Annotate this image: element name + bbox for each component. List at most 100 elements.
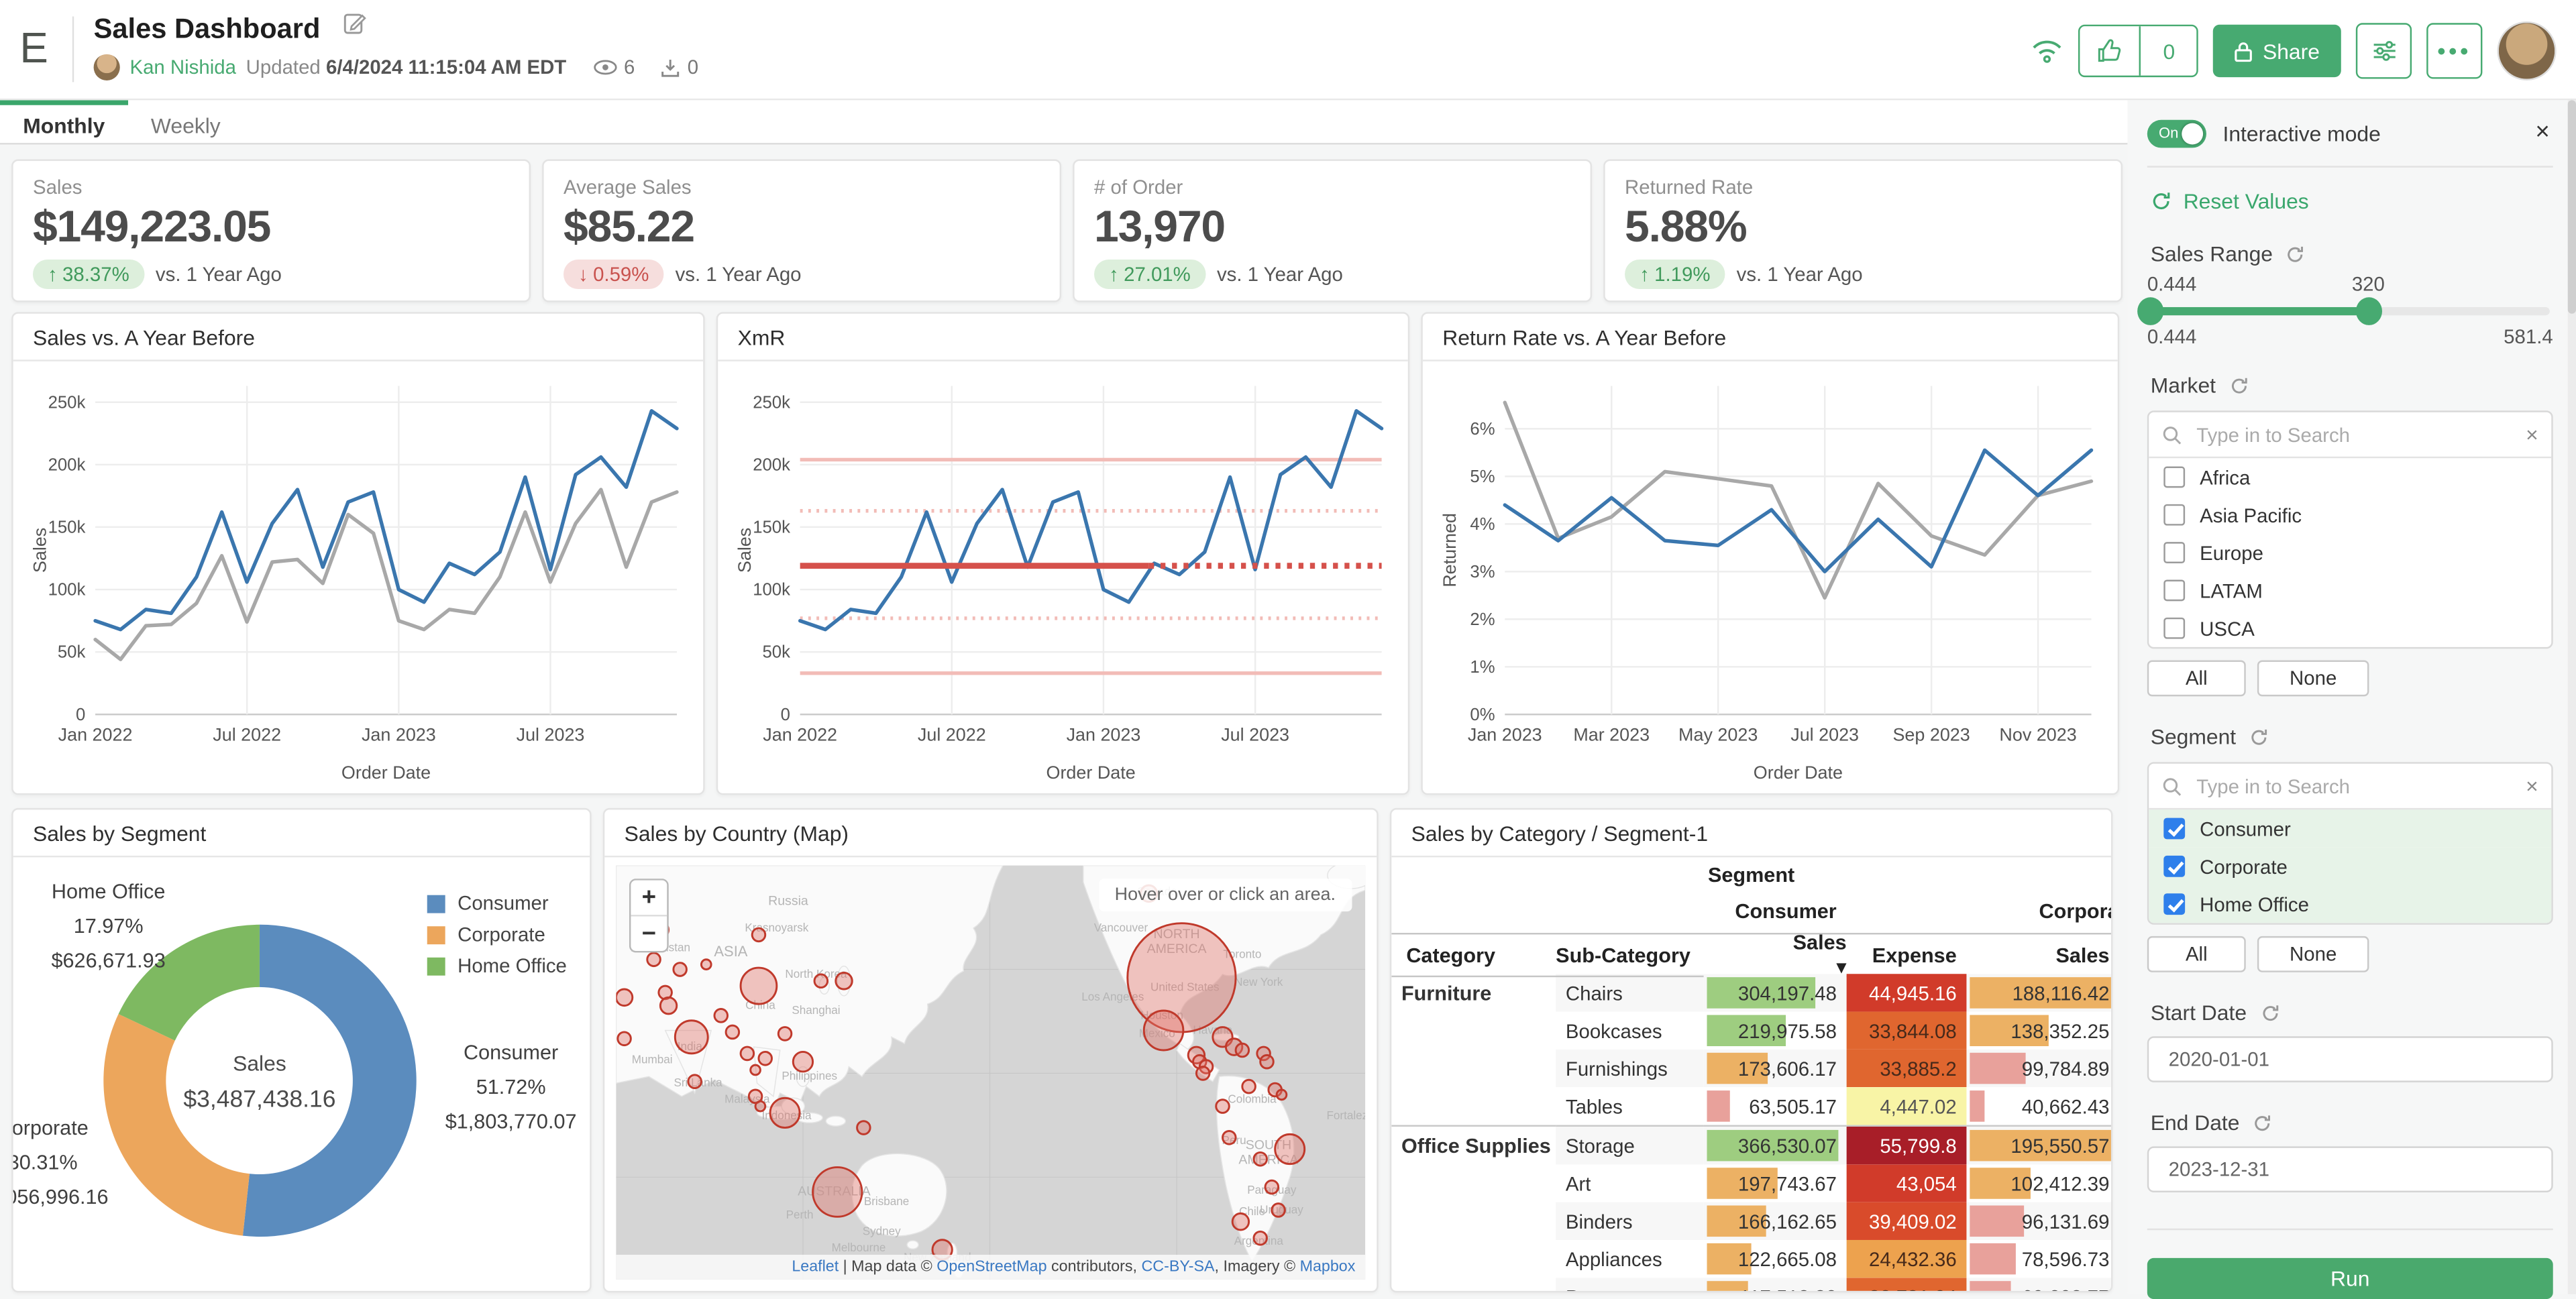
table-row[interactable]: Bookcases219,975.5833,844.08138,352.25 bbox=[1391, 1012, 2112, 1050]
user-avatar[interactable] bbox=[2497, 21, 2556, 80]
donut-slice[interactable] bbox=[243, 925, 417, 1237]
close-sidebar-icon[interactable]: × bbox=[2535, 118, 2549, 146]
col-sales-corporate[interactable]: Sales bbox=[1966, 944, 2112, 966]
checkbox[interactable] bbox=[2163, 893, 2185, 915]
line-chart[interactable]: 0%1%2%3%4%5%6%Jan 2023Mar 2023May 2023Ju… bbox=[1423, 361, 2118, 787]
mapbox-link[interactable]: Mapbox bbox=[1300, 1258, 1356, 1276]
segment-all-button[interactable]: All bbox=[2147, 936, 2246, 972]
refresh-icon[interactable] bbox=[2286, 244, 2306, 264]
sales-range-slider[interactable]: 0.444 320 0.444 581.4 bbox=[2147, 273, 2553, 345]
country-sales-bubble[interactable] bbox=[770, 1098, 800, 1127]
segment-option[interactable]: Corporate bbox=[2149, 848, 2551, 885]
country-sales-bubble[interactable] bbox=[616, 989, 632, 1006]
market-none-button[interactable]: None bbox=[2257, 660, 2369, 696]
segment-option[interactable]: Home Office bbox=[2149, 885, 2551, 923]
country-sales-bubble[interactable] bbox=[857, 1121, 871, 1135]
country-sales-bubble[interactable] bbox=[793, 1052, 812, 1072]
country-sales-bubble[interactable] bbox=[1236, 1043, 1249, 1057]
sidebar-scrollbar[interactable] bbox=[2568, 100, 2576, 1294]
checkbox[interactable] bbox=[2163, 856, 2185, 877]
market-all-button[interactable]: All bbox=[2147, 660, 2246, 696]
slider-range[interactable] bbox=[2151, 307, 2369, 315]
col-category[interactable]: Category bbox=[1391, 944, 1556, 966]
table-row[interactable]: FurnitureChairs304,197.4844,945.16188,11… bbox=[1391, 974, 2112, 1011]
col-sales[interactable]: Sales▾ bbox=[1704, 931, 1847, 979]
chart-svg[interactable]: 050k100k150k200k250kJan 2022Jul 2022Jan … bbox=[728, 366, 1395, 787]
legend-item[interactable]: Corporate bbox=[427, 923, 567, 946]
slider-handle-high[interactable] bbox=[2355, 297, 2381, 325]
dashboard-settings-button[interactable] bbox=[2356, 23, 2412, 78]
country-sales-bubble[interactable] bbox=[814, 974, 828, 988]
market-option[interactable]: USCA bbox=[2149, 610, 2551, 647]
author-link[interactable]: Kan Nishida bbox=[129, 56, 235, 78]
checkbox[interactable] bbox=[2163, 542, 2185, 563]
end-date-input[interactable] bbox=[2165, 1156, 2501, 1182]
country-sales-bubble[interactable] bbox=[1196, 1067, 1210, 1080]
line-chart[interactable]: 050k100k150k200k250kJan 2022Jul 2022Jan … bbox=[13, 361, 704, 787]
tab-weekly[interactable]: Weekly bbox=[128, 100, 244, 143]
country-sales-bubble[interactable] bbox=[675, 1021, 708, 1054]
reset-values-link[interactable]: Reset Values bbox=[2151, 189, 2553, 214]
country-sales-bubble[interactable] bbox=[1242, 1080, 1256, 1093]
line-chart[interactable]: 050k100k150k200k250kJan 2022Jul 2022Jan … bbox=[718, 361, 1408, 787]
country-sales-bubble[interactable] bbox=[647, 953, 661, 966]
country-sales-bubble[interactable] bbox=[1232, 1213, 1248, 1230]
country-sales-bubble[interactable] bbox=[752, 928, 765, 942]
sales-by-country-map-panel[interactable]: Sales by Country (Map) bbox=[603, 808, 1379, 1292]
country-sales-bubble[interactable] bbox=[701, 960, 711, 970]
legend-item[interactable]: Consumer bbox=[427, 892, 567, 915]
slider-handle-low[interactable] bbox=[2137, 297, 2163, 325]
leaflet-link[interactable]: Leaflet bbox=[792, 1258, 839, 1276]
zoom-out-button[interactable]: − bbox=[631, 915, 667, 951]
refresh-icon[interactable] bbox=[2249, 727, 2269, 746]
table-row[interactable]: Tables63,505.174,447.0240,662.43 bbox=[1391, 1087, 2112, 1126]
world-map[interactable]: RussiaKrasnoyarskASIAKazakhstanChinaShan… bbox=[616, 866, 1365, 1280]
sales-by-category-panel[interactable]: Sales by Category / Segment-1 Segment Co… bbox=[1390, 808, 2113, 1292]
segment-option[interactable]: Consumer bbox=[2149, 809, 2551, 847]
country-sales-bubble[interactable] bbox=[618, 1032, 631, 1046]
country-sales-bubble[interactable] bbox=[741, 968, 777, 1004]
country-sales-bubble[interactable] bbox=[741, 1047, 754, 1060]
table-row[interactable]: Paper117,513.8232,731.9469,203.77 bbox=[1391, 1278, 2112, 1292]
country-sales-bubble[interactable] bbox=[1277, 1090, 1287, 1100]
country-sales-bubble[interactable] bbox=[714, 1009, 728, 1023]
start-date-input[interactable] bbox=[2165, 1046, 2501, 1072]
country-sales-bubble[interactable] bbox=[1254, 1152, 1267, 1166]
clear-search-icon[interactable]: × bbox=[2526, 422, 2538, 447]
market-option[interactable]: Europe bbox=[2149, 534, 2551, 571]
tab-monthly[interactable]: Monthly bbox=[0, 100, 128, 143]
country-sales-bubble[interactable] bbox=[674, 963, 687, 976]
chart-sales-vs-year-before[interactable]: Sales vs. A Year Before 050k100k150k200k… bbox=[11, 312, 704, 795]
country-sales-bubble[interactable] bbox=[778, 1027, 792, 1041]
edit-title-icon[interactable] bbox=[344, 11, 367, 34]
country-sales-bubble[interactable] bbox=[726, 1025, 739, 1039]
country-sales-bubble[interactable] bbox=[1275, 1134, 1305, 1164]
refresh-icon[interactable] bbox=[2229, 376, 2249, 395]
checkbox[interactable] bbox=[2163, 618, 2185, 639]
country-sales-bubble[interactable] bbox=[1216, 1100, 1230, 1113]
ccbysa-link[interactable]: CC-BY-SA bbox=[1142, 1258, 1215, 1276]
market-search-input[interactable] bbox=[2193, 421, 2514, 447]
market-option[interactable]: Africa bbox=[2149, 458, 2551, 496]
interactive-mode-toggle[interactable]: On bbox=[2147, 119, 2206, 148]
country-sales-bubble[interactable] bbox=[1144, 1011, 1183, 1050]
sales-by-segment-panel[interactable]: Sales by Segment ConsumerCorporateHome O… bbox=[11, 808, 591, 1292]
country-sales-bubble[interactable] bbox=[759, 1052, 772, 1065]
country-sales-bubble[interactable] bbox=[1272, 1204, 1285, 1217]
chart-xmr[interactable]: XmR 050k100k150k200k250kJan 2022Jul 2022… bbox=[716, 312, 1409, 795]
legend-item[interactable]: Home Office bbox=[427, 954, 567, 977]
country-sales-bubble[interactable] bbox=[1254, 1231, 1267, 1245]
market-option[interactable]: LATAM bbox=[2149, 571, 2551, 609]
segment-search-input[interactable] bbox=[2193, 773, 2514, 799]
table-row[interactable]: Art197,743.6743,054102,412.39 bbox=[1391, 1164, 2112, 1202]
country-sales-bubble[interactable] bbox=[1265, 1180, 1279, 1194]
country-sales-bubble[interactable] bbox=[660, 997, 676, 1014]
osm-link[interactable]: OpenStreetMap bbox=[936, 1258, 1046, 1276]
col-expense[interactable]: Expense bbox=[1847, 944, 1967, 966]
refresh-icon[interactable] bbox=[2260, 1003, 2279, 1022]
donut-slice[interactable] bbox=[103, 1014, 250, 1236]
country-sales-bubble[interactable] bbox=[755, 1101, 765, 1111]
table-row[interactable]: Appliances122,665.0824,432.3678,596.73 bbox=[1391, 1240, 2112, 1278]
country-sales-bubble[interactable] bbox=[836, 972, 852, 989]
app-logo[interactable]: E bbox=[19, 23, 50, 74]
